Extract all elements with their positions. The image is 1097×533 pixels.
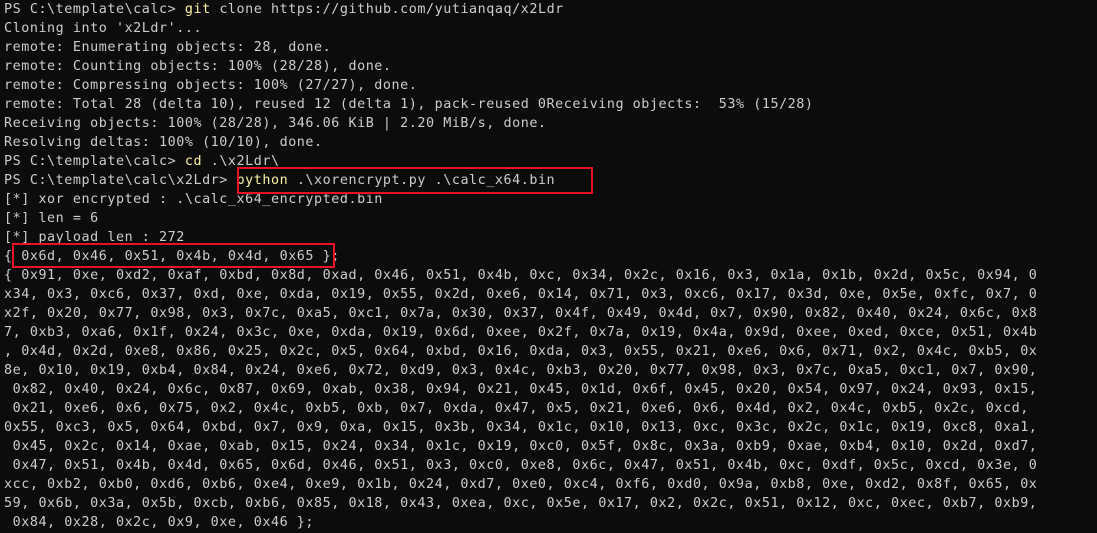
terminal-line: 7, 0xb3, 0xa6, 0x1f, 0x24, 0x3c, 0xe, 0x…: [4, 325, 1038, 340]
terminal-line: Resolving deltas: 100% (10/10), done.: [4, 135, 323, 150]
terminal-line: 0x84, 0x28, 0x2c, 0x9, 0xe, 0x46 };: [4, 515, 315, 530]
terminal-line: remote: Enumerating objects: 28, done.: [4, 40, 332, 55]
terminal-line: 0x45, 0x2c, 0x14, 0xae, 0xab, 0x15, 0x24…: [4, 439, 1038, 454]
terminal-line: remote: Total 28 (delta 10), reused 12 (…: [4, 97, 814, 112]
terminal-line: remote: Compressing objects: 100% (27/27…: [4, 78, 418, 93]
terminal-line: PS C:\template\calc> git clone https://g…: [4, 2, 564, 17]
terminal-line: x34, 0x3, 0xc6, 0x37, 0xd, 0xe, 0xda, 0x…: [4, 287, 1038, 302]
terminal-line: [*] len = 6: [4, 211, 99, 226]
terminal-line: x2f, 0x20, 0x77, 0x98, 0x3, 0x7c, 0xa5, …: [4, 306, 1038, 321]
terminal-line: Receiving objects: 100% (28/28), 346.06 …: [4, 116, 547, 131]
terminal-line: 8e, 0x10, 0x19, 0xb4, 0x84, 0x24, 0xe6, …: [4, 363, 1038, 378]
terminal-line: [*] xor encrypted : .\calc_x64_encrypted…: [4, 192, 383, 207]
terminal-line: { 0x91, 0xe, 0xd2, 0xaf, 0xbd, 0x8d, 0xa…: [4, 268, 1038, 283]
terminal-line: 0x47, 0x51, 0x4b, 0x4d, 0x65, 0x6d, 0x46…: [4, 458, 1038, 473]
terminal-line: xcc, 0xb2, 0xb0, 0xd6, 0xb6, 0xe4, 0xe9,…: [4, 477, 1038, 492]
terminal-line: 0x21, 0xe6, 0x6, 0x75, 0x2, 0x4c, 0xb5, …: [4, 401, 1029, 416]
terminal-line: , 0x4d, 0x2d, 0xe8, 0x86, 0x25, 0x2c, 0x…: [4, 344, 1038, 359]
terminal-line: PS C:\template\calc> cd .\x2Ldr\: [4, 154, 280, 169]
terminal-line: 59, 0x6b, 0x3a, 0x5b, 0xcb, 0xb6, 0x85, …: [4, 496, 1038, 511]
terminal-line: Cloning into 'x2Ldr'...: [4, 21, 203, 36]
terminal-line: 0x82, 0x40, 0x24, 0x6c, 0x87, 0x69, 0xab…: [4, 382, 1038, 397]
terminal-line: PS C:\template\calc\x2Ldr> python .\xore…: [4, 173, 556, 188]
terminal-window[interactable]: PS C:\template\calc> git clone https://g…: [0, 0, 1097, 533]
terminal-line: [*] payload len : 272: [4, 230, 185, 245]
terminal-line: remote: Counting objects: 100% (28/28), …: [4, 59, 392, 74]
terminal-line: { 0x6d, 0x46, 0x51, 0x4b, 0x4d, 0x65 };: [4, 249, 340, 264]
terminal-line: 0x55, 0xc3, 0x5, 0x64, 0xbd, 0x7, 0x9, 0…: [4, 420, 1038, 435]
